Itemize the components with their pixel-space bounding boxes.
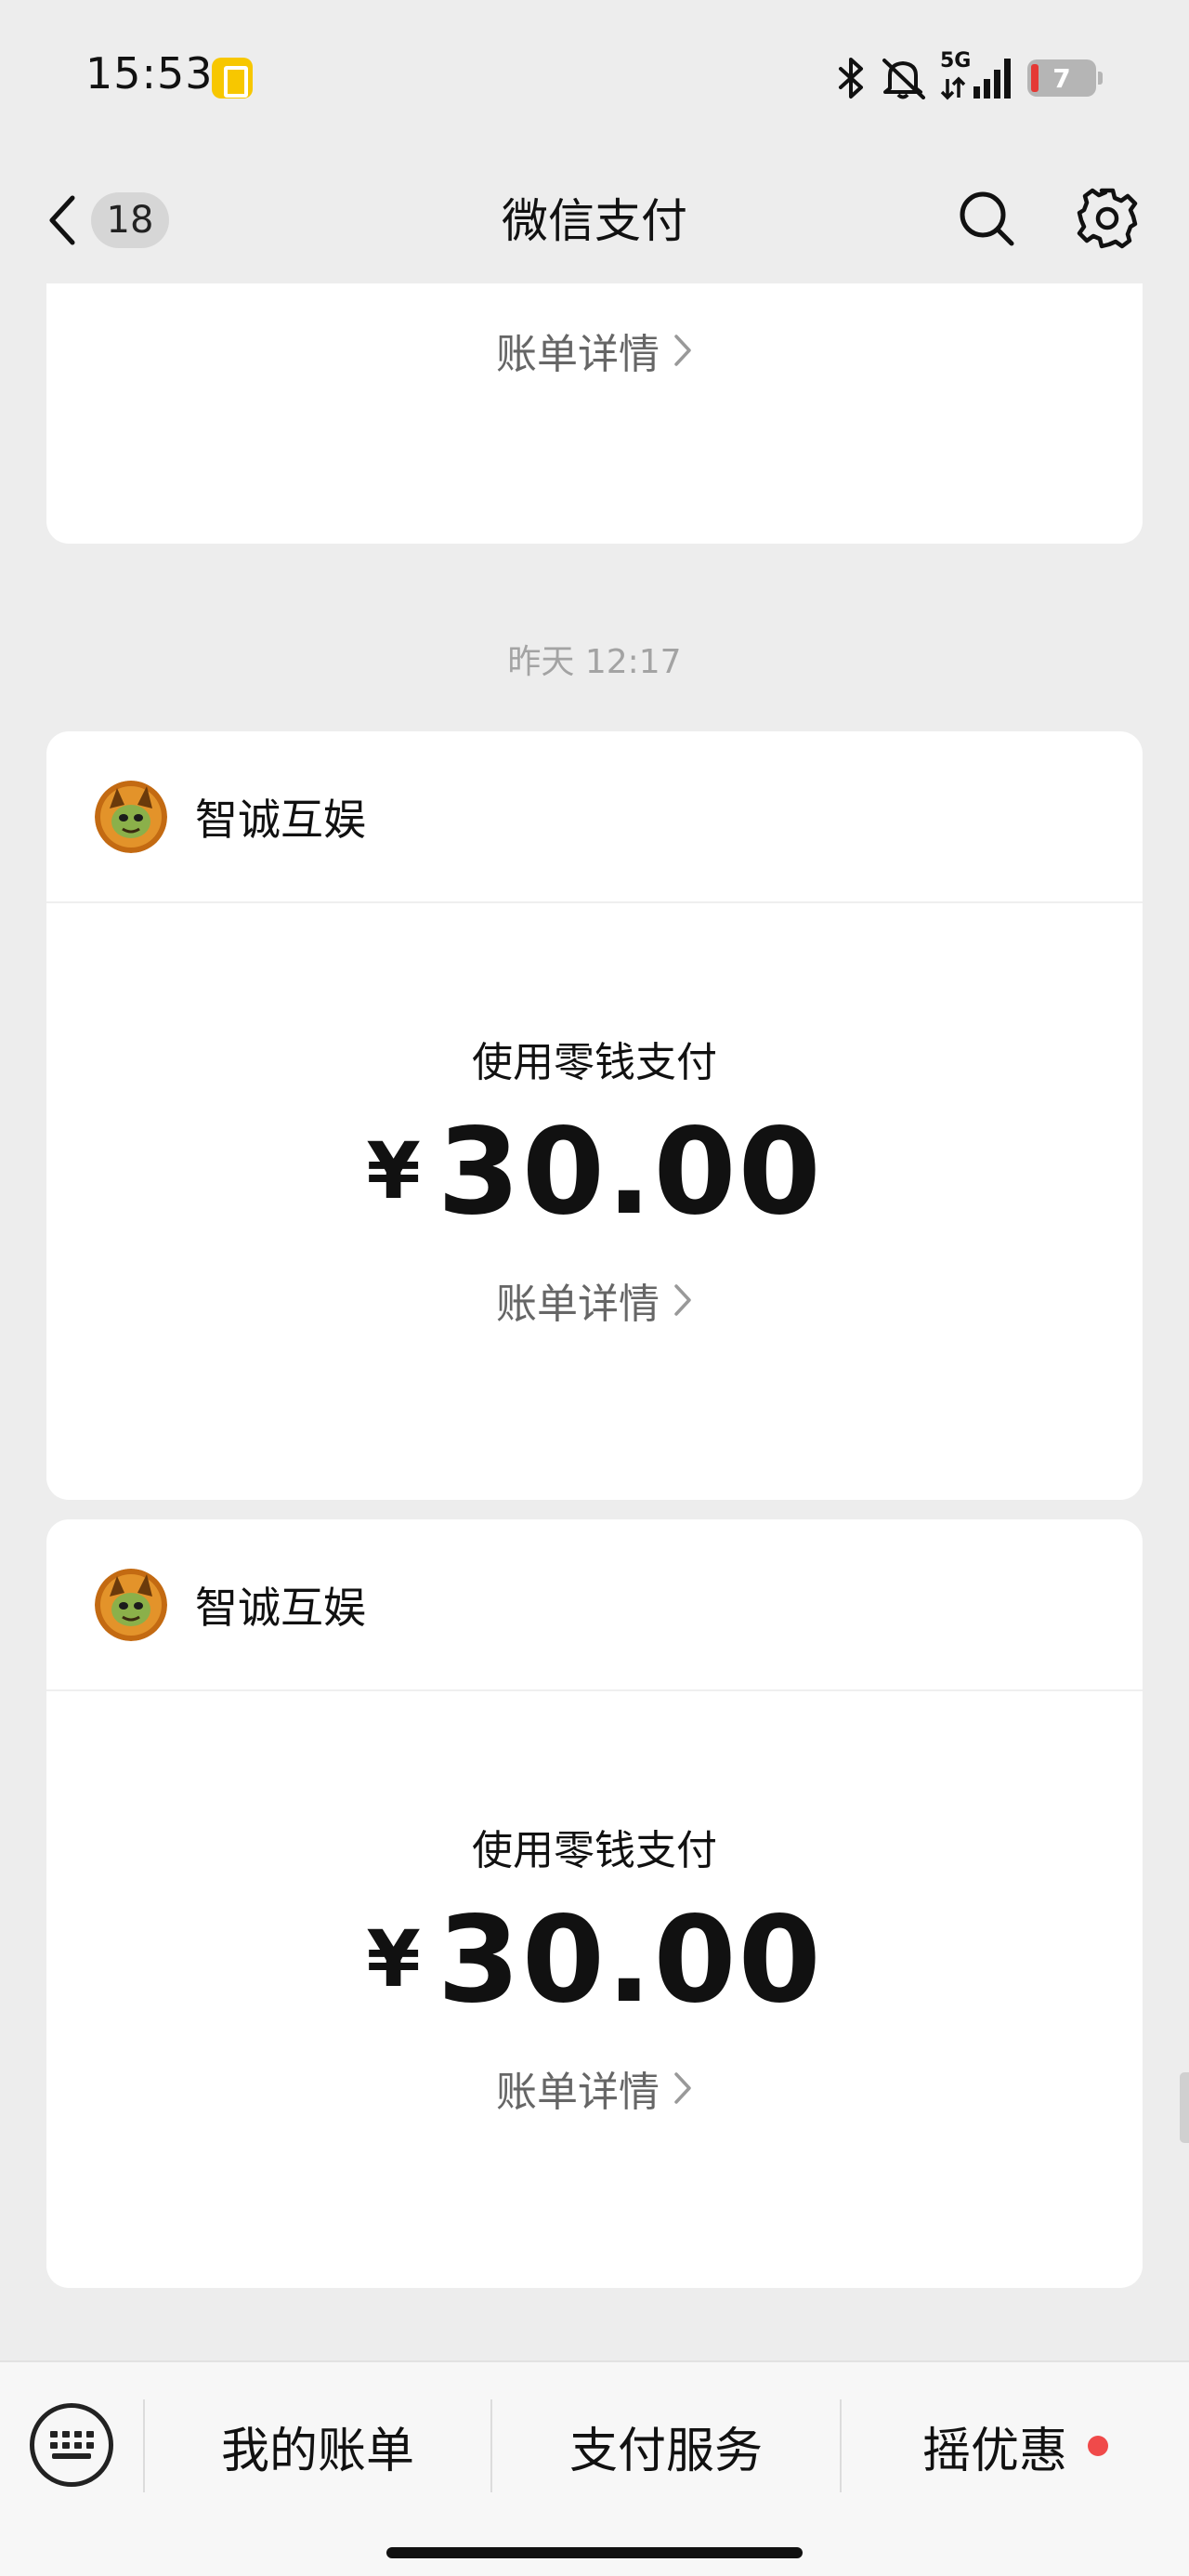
payment-amount: ¥30.00 [46, 1103, 1143, 1242]
battery-icon: 7 [1027, 59, 1103, 97]
payment-card: 智诚互娱 使用零钱支付 ¥30.00 账单详情 [46, 1519, 1143, 2288]
menu-item-label: 支付服务 [568, 2423, 763, 2479]
settings-icon [1077, 188, 1138, 249]
mute-icon [882, 59, 925, 99]
chevron-right-icon [674, 1284, 691, 1316]
currency-symbol: ¥ [366, 1913, 423, 2004]
home-indicator[interactable] [386, 2547, 803, 2558]
menu-item-label: 我的账单 [220, 2423, 414, 2479]
keyboard-toggle-button[interactable] [30, 2403, 113, 2487]
payment-card: 智诚互娱 使用零钱支付 ¥30.00 账单详情 [46, 731, 1143, 1500]
card-header[interactable]: 智诚互娱 [46, 731, 1143, 903]
menu-item-payment-services[interactable]: 支付服务 [492, 2399, 840, 2492]
search-button[interactable] [957, 181, 1016, 256]
chevron-right-icon [674, 335, 691, 366]
status-time: 15:53 [85, 48, 214, 99]
merchant-name: 智诚互娱 [195, 1582, 366, 1633]
payment-card-partial: 账单详情 [46, 283, 1143, 544]
menu-item-my-bills[interactable]: 我的账单 [145, 2399, 490, 2492]
currency-symbol: ¥ [366, 1125, 423, 1216]
amount-value: 30.00 [437, 1103, 823, 1242]
merchant-name: 智诚互娱 [195, 794, 366, 845]
search-icon [960, 191, 1014, 246]
bluetooth-icon [839, 58, 863, 99]
chevron-right-icon [674, 2072, 691, 2104]
bill-detail-label: 账单详情 [496, 2069, 660, 2116]
nav-bar: 18 微信支付 [0, 158, 1189, 283]
menu-item-label: 摇优惠 [921, 2423, 1067, 2479]
merchant-avatar [95, 1568, 167, 1641]
payment-method: 使用零钱支付 [472, 1827, 717, 1874]
merchant-avatar [95, 780, 167, 853]
notification-dot [1088, 2436, 1108, 2456]
message-list[interactable]: 账单详情 昨天 12:17 智诚互娱 使用零钱支付 ¥ 30.00 账单详情 智… [0, 283, 1189, 2360]
settings-button[interactable] [1074, 181, 1141, 256]
bill-detail-label: 账单详情 [496, 1281, 660, 1328]
battery-level: 7 [1052, 62, 1071, 94]
keyboard-icon [49, 2431, 94, 2459]
bottom-menu-bar: 我的账单 支付服务 摇优惠 [0, 2360, 1189, 2576]
status-bar: 15:53 5G 7 [0, 0, 1189, 158]
sim-icon [212, 58, 253, 99]
scrollbar[interactable] [1180, 2072, 1189, 2143]
card-header[interactable]: 智诚互娱 [46, 1519, 1143, 1691]
payment-method: 使用零钱支付 [472, 1039, 717, 1086]
signal-icon: 5G [940, 49, 1014, 101]
message-timestamp: 昨天 12:17 [507, 643, 682, 681]
menu-item-shake-offers[interactable]: 摇优惠 [842, 2399, 1189, 2492]
bill-detail-link[interactable]: 账单详情 [46, 2058, 1143, 2118]
amount-value: 30.00 [437, 1891, 823, 2030]
payment-amount: ¥30.00 [46, 1891, 1143, 2030]
status-icons: 5G 7 [836, 49, 1103, 104]
bill-detail-link[interactable]: 账单详情 [46, 1270, 1143, 1330]
bill-detail-label: 账单详情 [496, 331, 660, 378]
bill-detail-link[interactable]: 账单详情 [46, 321, 1143, 380]
